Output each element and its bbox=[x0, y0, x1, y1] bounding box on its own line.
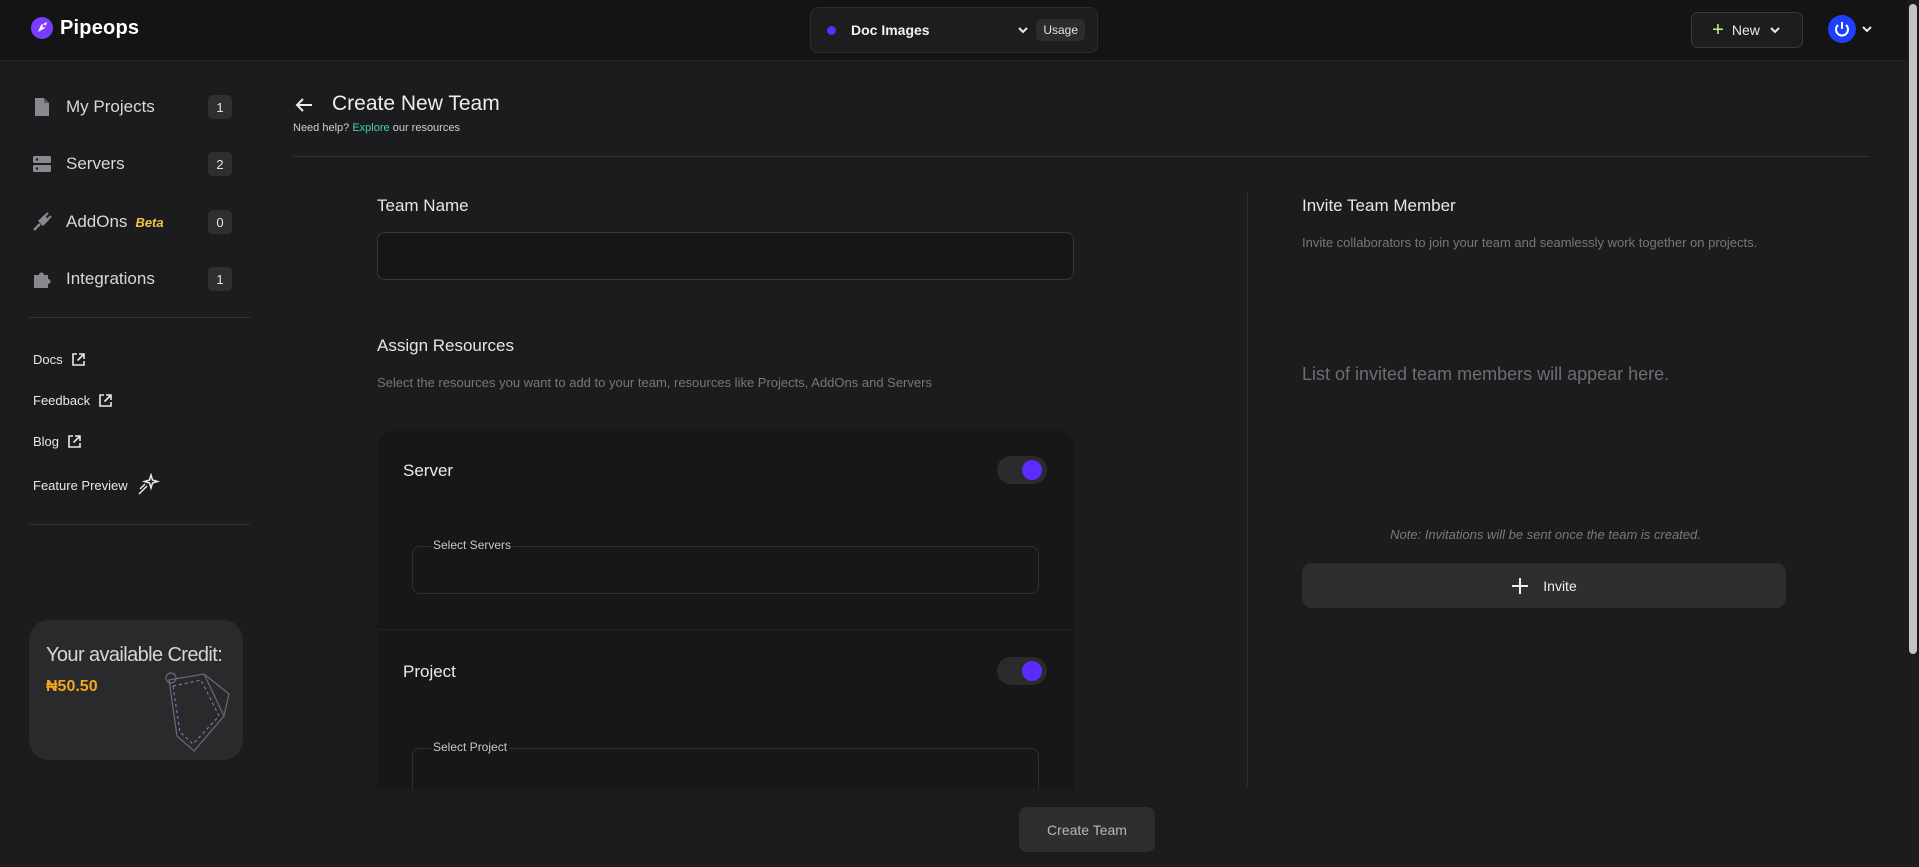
team-name-input[interactable] bbox=[377, 232, 1074, 280]
link-label: Docs bbox=[33, 352, 63, 367]
project-status-dot bbox=[827, 25, 836, 35]
sidebar: My Projects 1 Servers 2 AddOns Beta 0 In… bbox=[0, 61, 260, 867]
page-title: Create New Team bbox=[332, 92, 500, 115]
count-badge: 2 bbox=[208, 152, 232, 176]
sidebar-divider bbox=[29, 317, 250, 318]
sidebar-item-label: AddOns bbox=[66, 212, 128, 231]
invite-button-label: Invite bbox=[1543, 577, 1577, 594]
sidebar-item-integrations[interactable]: Integrations 1 bbox=[32, 264, 232, 294]
count-badge: 0 bbox=[208, 210, 232, 234]
external-link-icon bbox=[71, 353, 85, 366]
chevron-down-icon bbox=[1770, 27, 1780, 34]
sparkle-icon bbox=[138, 473, 160, 495]
rocket-logo-icon bbox=[31, 17, 53, 39]
project-resource-title: Project bbox=[403, 662, 456, 681]
wallet-illustration-icon bbox=[165, 672, 230, 752]
feedback-link[interactable]: Feedback bbox=[33, 393, 113, 408]
explore-link[interactable]: Explore bbox=[352, 122, 389, 134]
user-menu[interactable] bbox=[1828, 15, 1874, 43]
project-switcher[interactable]: Doc Images Usage bbox=[810, 7, 1098, 53]
sidebar-divider bbox=[29, 524, 250, 525]
select-project-dropdown[interactable]: Select Project bbox=[412, 740, 1039, 789]
assign-resources-subtitle: Select the resources you want to add to … bbox=[377, 375, 932, 390]
server-icon bbox=[32, 154, 52, 174]
help-text: Need help? Explore our resources bbox=[293, 122, 460, 134]
puzzle-icon bbox=[32, 269, 52, 289]
brand-logo[interactable]: Pipeops bbox=[30, 16, 139, 40]
count-badge: 1 bbox=[208, 267, 232, 291]
link-label: Feedback bbox=[33, 393, 91, 408]
power-icon bbox=[1835, 22, 1849, 37]
back-arrow-icon[interactable] bbox=[292, 93, 316, 117]
sidebar-item-label: Integrations bbox=[66, 269, 155, 288]
link-label: Feature Preview bbox=[33, 477, 128, 493]
docs-link[interactable]: Docs bbox=[33, 352, 86, 367]
usage-button[interactable]: Usage bbox=[1036, 19, 1085, 41]
select-servers-dropdown[interactable]: Select Servers bbox=[412, 538, 1039, 594]
project-name: Doc Images bbox=[851, 22, 930, 38]
external-link-icon bbox=[68, 435, 81, 448]
invite-note: Note: Invitations will be sent once the … bbox=[1390, 527, 1701, 542]
file-icon bbox=[32, 97, 52, 117]
new-button-label: New bbox=[1731, 22, 1760, 38]
count-badge: 1 bbox=[208, 95, 232, 119]
sidebar-item-label: Servers bbox=[66, 154, 125, 173]
top-bar: Pipeops Doc Images Usage + New bbox=[0, 0, 1919, 61]
column-divider bbox=[1247, 192, 1248, 787]
brand-name: Pipeops bbox=[60, 16, 140, 39]
sidebar-item-addons[interactable]: AddOns Beta 0 bbox=[32, 207, 232, 237]
sidebar-item-label: My Projects bbox=[66, 97, 155, 116]
avatar[interactable] bbox=[1828, 15, 1856, 43]
header-divider bbox=[293, 156, 1870, 157]
select-servers-label: Select Servers bbox=[431, 538, 514, 552]
toggle-knob bbox=[1022, 460, 1042, 480]
server-resource-title: Server bbox=[403, 461, 454, 480]
credit-card: Your available Credit: ₦50.50 bbox=[29, 620, 243, 760]
invite-title: Invite Team Member bbox=[1302, 196, 1456, 215]
external-link-icon bbox=[99, 394, 112, 407]
invite-subtitle: Invite collaborators to join your team a… bbox=[1302, 235, 1758, 250]
feature-preview-link[interactable]: Feature Preview bbox=[33, 473, 160, 497]
link-label: Blog bbox=[33, 434, 60, 449]
plus-icon: + bbox=[1712, 19, 1724, 41]
help-prefix: Need help? bbox=[293, 122, 350, 134]
toggle-knob bbox=[1022, 661, 1042, 681]
resource-card: Server Select Servers Project Select Pro… bbox=[377, 429, 1074, 789]
credit-title: Your available Credit: bbox=[46, 644, 223, 666]
invite-button[interactable]: Invite bbox=[1302, 563, 1786, 608]
page-scrollbar[interactable] bbox=[1907, 0, 1919, 867]
help-suffix: our resources bbox=[392, 122, 460, 134]
sidebar-item-servers[interactable]: Servers 2 bbox=[32, 149, 232, 179]
team-name-label: Team Name bbox=[377, 196, 469, 215]
project-toggle[interactable] bbox=[997, 657, 1047, 685]
beta-badge: Beta bbox=[135, 214, 164, 230]
resource-divider bbox=[377, 629, 1074, 630]
server-toggle[interactable] bbox=[997, 456, 1047, 484]
credit-amount: ₦50.50 bbox=[46, 678, 98, 695]
sidebar-item-my-projects[interactable]: My Projects 1 bbox=[32, 92, 232, 122]
select-project-label: Select Project bbox=[431, 740, 510, 754]
plug-icon bbox=[32, 212, 52, 232]
plus-icon bbox=[1512, 577, 1529, 594]
new-button[interactable]: + New bbox=[1691, 12, 1803, 48]
chevron-down-icon[interactable] bbox=[1016, 23, 1030, 37]
blog-link[interactable]: Blog bbox=[33, 434, 82, 449]
assign-resources-title: Assign Resources bbox=[377, 336, 515, 355]
create-team-button[interactable]: Create Team bbox=[1019, 807, 1155, 852]
scroll-thumb[interactable] bbox=[1909, 4, 1917, 654]
invite-empty-state: List of invited team members will appear… bbox=[1302, 364, 1670, 384]
chevron-down-icon bbox=[1862, 26, 1872, 33]
